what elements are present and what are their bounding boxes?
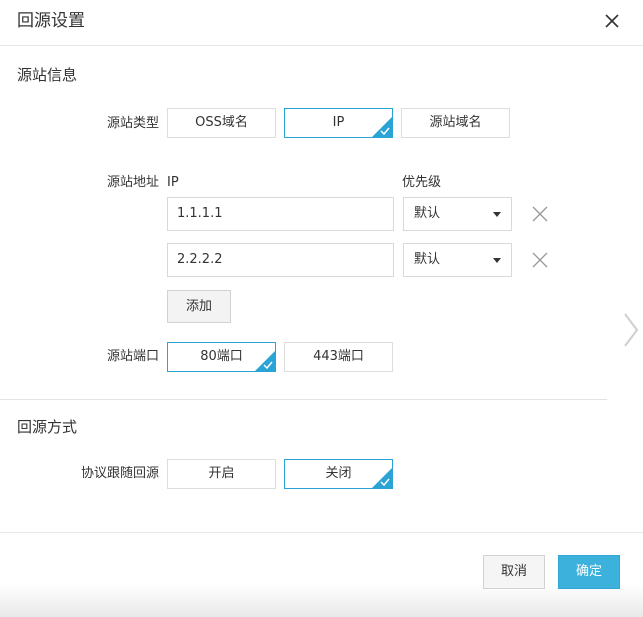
dialog-header: 回源设置 — [0, 0, 643, 46]
footer-shade — [0, 584, 643, 617]
footer-divider — [0, 532, 643, 533]
check-corner-icon — [372, 468, 392, 488]
ip-input-1[interactable]: 1.1.1.1 — [167, 197, 394, 231]
origin-type-option-ip-label: IP — [332, 115, 345, 130]
origin-settings-dialog: 回源设置 源站信息 源站类型 OSS域名 IP 源站域名 源站地址 IP 优先级… — [0, 0, 643, 617]
chevron-right-icon[interactable] — [622, 312, 640, 348]
priority-select-1[interactable]: 默认 — [403, 197, 512, 231]
section-divider — [0, 399, 607, 400]
priority-select-2-value: 默认 — [414, 252, 441, 267]
confirm-button[interactable]: 确定 — [558, 555, 620, 589]
protocol-follow-option-off-label: 关闭 — [325, 466, 352, 481]
origin-address-label: 源站地址 — [106, 175, 159, 190]
origin-type-option-oss[interactable]: OSS域名 — [167, 108, 276, 138]
add-ip-button[interactable]: 添加 — [167, 290, 231, 323]
ip-column-header: IP — [167, 175, 179, 190]
port-option-443-label: 443端口 — [313, 349, 364, 364]
port-option-80-label: 80端口 — [200, 349, 243, 364]
close-icon[interactable] — [601, 10, 623, 32]
priority-select-2[interactable]: 默认 — [403, 243, 512, 277]
section-title-origin-info: 源站信息 — [17, 66, 78, 84]
protocol-follow-label: 协议跟随回源 — [80, 466, 159, 481]
origin-type-label: 源站类型 — [106, 116, 159, 131]
protocol-follow-option-on-label: 开启 — [208, 466, 235, 481]
origin-type-option-domain-label: 源站域名 — [429, 115, 482, 130]
protocol-follow-option-off[interactable]: 关闭 — [284, 459, 393, 489]
origin-port-label: 源站端口 — [106, 349, 159, 364]
origin-type-option-oss-label: OSS域名 — [195, 115, 248, 130]
section-title-back-to-origin: 回源方式 — [17, 418, 78, 436]
port-option-443[interactable]: 443端口 — [284, 342, 393, 372]
priority-column-header: 优先级 — [402, 175, 442, 190]
remove-x-icon[interactable] — [531, 251, 549, 269]
dialog-title: 回源设置 — [17, 11, 85, 31]
ip-input-2[interactable]: 2.2.2.2 — [167, 243, 394, 277]
chevron-down-icon — [493, 212, 501, 217]
priority-select-1-value: 默认 — [414, 206, 441, 221]
chevron-down-icon — [493, 258, 501, 263]
check-corner-icon — [372, 117, 392, 137]
remove-x-icon[interactable] — [531, 205, 549, 223]
origin-type-option-ip[interactable]: IP — [284, 108, 393, 138]
check-corner-icon — [255, 351, 275, 371]
origin-type-option-domain[interactable]: 源站域名 — [401, 108, 510, 138]
cancel-button[interactable]: 取消 — [483, 555, 545, 589]
port-option-80[interactable]: 80端口 — [167, 342, 276, 372]
protocol-follow-option-on[interactable]: 开启 — [167, 459, 276, 489]
